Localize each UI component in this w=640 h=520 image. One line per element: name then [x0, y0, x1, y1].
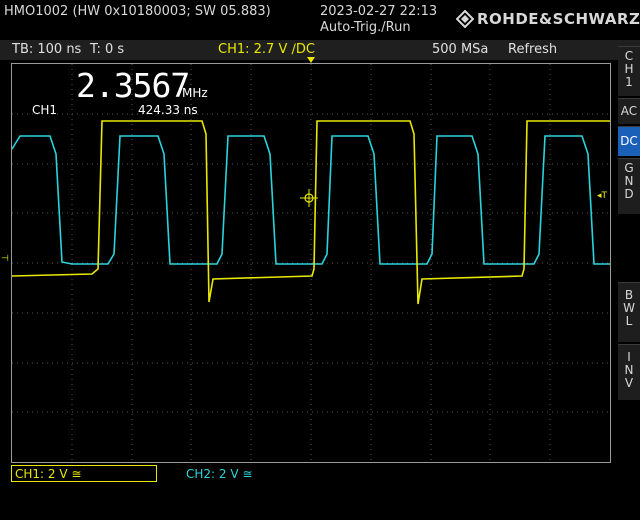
graticule [12, 64, 610, 462]
bandwidth-limit-button[interactable]: B W L [618, 282, 640, 342]
ch1-waveform [12, 120, 610, 305]
invert-button[interactable]: I N V [618, 344, 640, 400]
coupling-ac-button[interactable]: AC [618, 98, 640, 124]
trigger-level-crosshair-icon[interactable] [299, 188, 319, 208]
sample-rate: 500 MSa [432, 42, 489, 57]
channel-ch1-button[interactable]: C H 1 [618, 46, 640, 96]
coupling-dc-button[interactable]: DC [618, 126, 640, 156]
trigger-level-marker-icon[interactable]: ◂T [597, 191, 607, 201]
frequency-value: 2.3567 [76, 66, 190, 105]
scope-display[interactable] [11, 63, 611, 463]
ch1-scale-indicator[interactable]: CH1: 2 V ≅ [11, 465, 157, 482]
trigger-time-readout[interactable]: T: 0 s [90, 42, 124, 57]
datetime: 2023-02-27 22:13 [320, 4, 438, 19]
period-value: 424.33 ns [138, 103, 198, 117]
ch1-ground-marker-icon[interactable]: ⊣ [1, 254, 9, 264]
brand-name: ROHDE&SCHWARZ [477, 10, 640, 28]
trigger-mode: Auto-Trig./Run [320, 20, 411, 35]
measurement-channel-label: CH1 [32, 103, 58, 117]
timebase-readout[interactable]: TB: 100 ns [12, 42, 81, 57]
ch2-scale-indicator[interactable]: CH2: 2 V ≅ [186, 467, 252, 481]
coupling-gnd-button[interactable]: G N D [618, 158, 640, 214]
frequency-unit: MHz [182, 86, 208, 100]
rs-logo-icon [455, 9, 475, 29]
acquisition-mode[interactable]: Refresh [508, 42, 557, 57]
ch1-trigger-readout[interactable]: CH1: 2.7 V ∕DC [218, 42, 315, 57]
model-info: HMO1002 (HW 0x10180003; SW 05.883) [4, 4, 271, 19]
